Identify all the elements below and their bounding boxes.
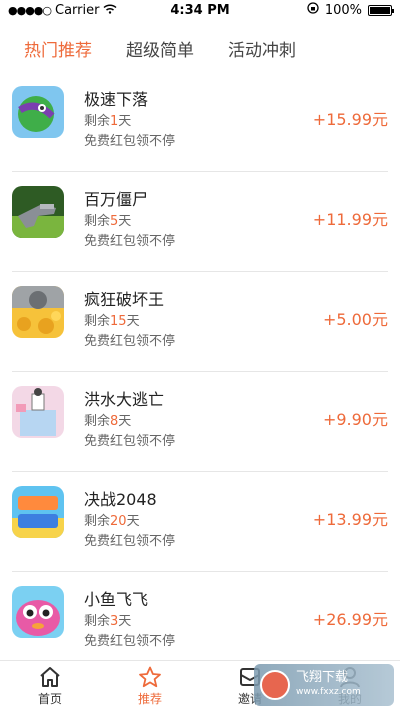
item-title: 疯狂破坏王 [84,290,165,309]
item-reward: +26.99元 [312,610,388,629]
item-title: 决战2048 [84,490,157,509]
app-icon-jisuxialuo [12,86,64,138]
nav-home[interactable]: 首页 [0,661,100,711]
item-title: 小鱼飞飞 [84,590,149,609]
item-title: 极速下落 [84,90,149,109]
item-description: 免费红包领不停 [84,534,176,549]
app-icon-xiaoyufeifei [12,586,64,638]
nav-recommend-label: 推荐 [137,691,162,706]
app-icon-baiwanjiangshi [12,186,64,238]
item-reward: +15.99元 [312,110,388,129]
tab-event-sprint[interactable]: 活动冲刺 [228,36,296,61]
item-remaining: 剩余5天 [84,214,132,229]
battery-icon [368,4,394,16]
list-item[interactable]: 百万僵尸 剩余5天 免费红包领不停 +11.99元 [12,172,388,272]
item-description: 免费红包领不停 [84,134,176,149]
item-reward: +13.99元 [312,510,388,529]
list-item[interactable]: 疯狂破坏王 剩余15天 免费红包领不停 +5.00元 [12,272,388,372]
item-title: 百万僵尸 [84,190,149,209]
watermark-logo: 飞翔下载 www.fxxz.com [254,664,394,706]
list-item[interactable]: 洪水大逃亡 剩余8天 免费红包领不停 +9.90元 [12,372,388,472]
nav-recommend[interactable]: 推荐 [100,661,200,711]
task-list: 极速下落 剩余1天 免费红包领不停 +15.99元 百万僵尸 剩余5天 免费红包… [0,72,400,672]
item-remaining: 剩余20天 [84,514,140,529]
watermark-icon [260,670,290,700]
item-remaining: 剩余1天 [84,114,132,129]
item-reward: +11.99元 [312,210,388,229]
item-title: 洪水大逃亡 [84,390,165,409]
app-icon-hongshuidataowang [12,386,64,438]
item-remaining: 剩余3天 [84,614,132,629]
list-item[interactable]: 极速下落 剩余1天 免费红包领不停 +15.99元 [12,72,388,172]
item-reward: +9.90元 [322,410,388,429]
tab-super-easy[interactable]: 超级简单 [126,36,194,61]
nav-home-label: 首页 [37,691,62,706]
app-icon-juezhan2048 [12,486,64,538]
item-description: 免费红包领不停 [84,234,176,249]
item-description: 免费红包领不停 [84,334,176,349]
app-icon-fengkuangpohuaiwang [12,286,64,338]
status-time: 4:34 PM [170,2,230,18]
item-description: 免费红包领不停 [84,434,176,449]
item-remaining: 剩余15天 [84,314,140,329]
list-item[interactable]: 决战2048 剩余20天 免费红包领不停 +13.99元 [12,472,388,572]
list-item[interactable]: 小鱼飞飞 剩余3天 免费红包领不停 +26.99元 [12,572,388,672]
home-icon [38,666,62,688]
category-tabs: 热门推荐 超级简单 活动冲刺 [0,28,400,68]
item-reward: +5.00元 [322,310,388,329]
item-remaining: 剩余8天 [84,414,132,429]
tab-hot-recommend[interactable]: 热门推荐 [24,36,92,61]
item-description: 免费红包领不停 [84,634,176,649]
status-bar: ●●●●○ Carrier 4:34 PM 100% [0,0,400,20]
star-icon [138,666,162,688]
watermark-text: 飞翔下载 www.fxxz.com [296,670,361,697]
